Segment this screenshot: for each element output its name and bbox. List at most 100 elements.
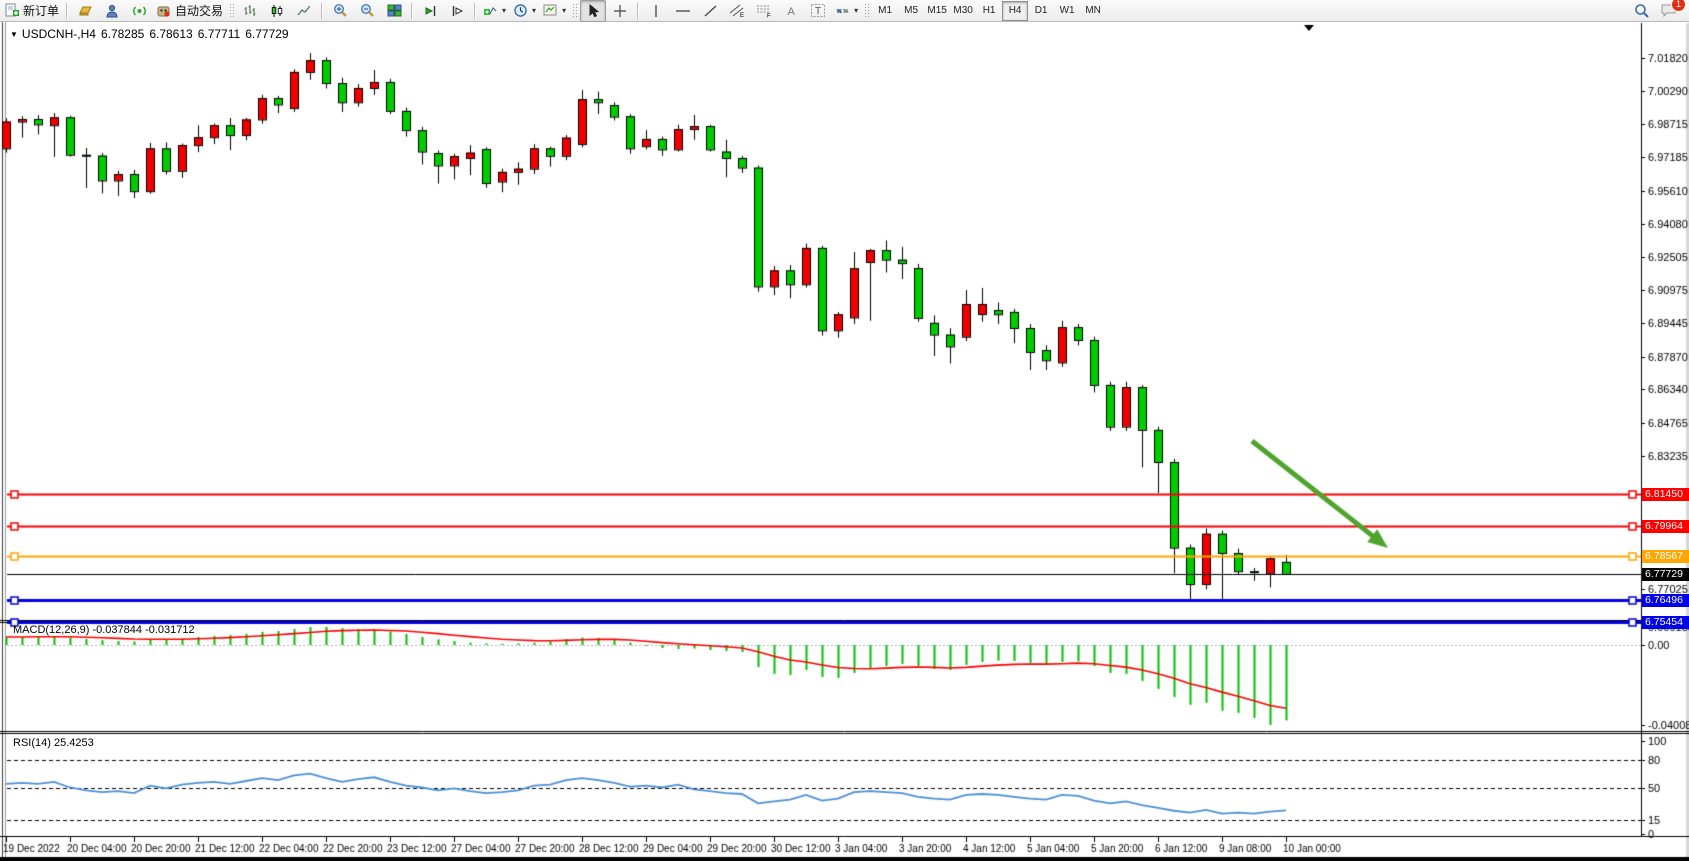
new-order-label: 新订单: [23, 2, 59, 19]
price-line-label[interactable]: 6.81450: [1642, 488, 1689, 501]
bar-chart-icon: [243, 4, 257, 18]
signal-icon: [132, 4, 147, 18]
text-tool-icon: A: [787, 6, 795, 18]
market-watch-button[interactable]: [72, 0, 98, 22]
clock-icon: [513, 3, 528, 18]
channel-letter: E: [740, 13, 744, 18]
timeframe-H1[interactable]: H1: [976, 1, 1002, 21]
new-order-button[interactable]: 新订单: [2, 0, 62, 22]
arrows-shapes-icon: [835, 4, 850, 18]
toolbar-separator: [637, 3, 639, 19]
horizontal-line-tool-button[interactable]: [670, 0, 696, 22]
crosshair-tool-button[interactable]: [607, 0, 633, 22]
price-line-label[interactable]: 6.76496: [1642, 594, 1689, 607]
zoom-in-button[interactable]: [327, 0, 353, 22]
toolbar-grip: [572, 3, 577, 19]
timeframe-D1[interactable]: D1: [1028, 1, 1054, 21]
chart-shift-icon: [450, 4, 465, 18]
crosshair-icon: [613, 4, 627, 18]
tile-windows-icon: [387, 4, 402, 18]
channel-tool-button[interactable]: E: [724, 0, 750, 22]
signals-button[interactable]: [126, 0, 152, 22]
periods-dropdown-caret[interactable]: ▾: [532, 6, 536, 15]
label-tool-button[interactable]: T: [805, 0, 831, 22]
price-line-label[interactable]: 6.79964: [1642, 520, 1689, 533]
label-letter: T: [815, 6, 821, 17]
bar-chart-button[interactable]: [237, 0, 263, 22]
timeframe-M15[interactable]: M15: [924, 1, 950, 21]
high-value: 6.78613: [149, 27, 192, 41]
macd-indicator-label: MACD(12,26,9) -0.037844 -0.031712: [13, 624, 195, 636]
toolbar-separator: [411, 3, 413, 19]
chart-shift-button[interactable]: [444, 0, 470, 22]
timeframe-MN[interactable]: MN: [1080, 1, 1106, 21]
gold-block-icon: [78, 4, 93, 17]
zoom-out-button[interactable]: [354, 0, 380, 22]
trendline-tool-button[interactable]: [697, 0, 723, 22]
vertical-line-icon: [650, 4, 662, 18]
periods-button[interactable]: ▾: [510, 0, 539, 22]
notification-badge: 1: [1671, 0, 1686, 12]
timeframe-M30[interactable]: M30: [950, 1, 976, 21]
timeframe-M1[interactable]: M1: [872, 1, 898, 21]
price-line-label[interactable]: 6.78567: [1642, 550, 1689, 563]
new-order-icon: [5, 3, 20, 18]
templates-dropdown-caret[interactable]: ▾: [562, 6, 566, 15]
chart-symbol-title[interactable]: ▼ USDCNH-,H4 6.78285 6.78613 6.77711 6.77729: [10, 27, 294, 41]
toolbar-grip: [864, 3, 869, 19]
cursor-arrow-icon: [587, 4, 600, 18]
fibonacci-tool-button[interactable]: F: [751, 0, 777, 22]
arrows-dropdown-caret[interactable]: ▾: [854, 6, 858, 15]
auto-trading-robot-icon: [156, 4, 172, 18]
fibo-letter: F: [767, 14, 771, 19]
search-icon: [1634, 3, 1650, 19]
vertical-line-tool-button[interactable]: [643, 0, 669, 22]
toolbar-separator: [66, 3, 68, 19]
tile-windows-button[interactable]: [381, 0, 407, 22]
line-chart-icon: [297, 4, 312, 18]
text-label-icon: T: [810, 3, 826, 18]
timeframe-W1[interactable]: W1: [1054, 1, 1080, 21]
symbol-name: USDCNH-,H4: [22, 27, 96, 41]
main-toolbar: 新订单 自动交易: [0, 0, 1689, 22]
timeframe-M5[interactable]: M5: [898, 1, 924, 21]
template-chart-icon: [543, 4, 558, 18]
trendline-icon: [703, 4, 718, 18]
price-line-label[interactable]: 6.75454: [1642, 616, 1689, 629]
navigator-person-icon: [105, 4, 120, 18]
rsi-indicator-label: RSI(14) 25.4253: [13, 737, 94, 749]
fibonacci-icon: F: [756, 3, 773, 18]
toolbar-separator: [474, 3, 476, 19]
zoom-in-icon: [333, 3, 348, 18]
line-chart-button[interactable]: [291, 0, 317, 22]
chevron-down-icon: ▼: [10, 30, 18, 39]
chart-canvas[interactable]: [0, 0, 1689, 861]
arrows-tool-button[interactable]: ▾: [832, 0, 861, 22]
price-line-label[interactable]: 6.77729: [1642, 568, 1689, 581]
open-value: 6.78285: [101, 27, 144, 41]
search-button[interactable]: [1629, 0, 1655, 22]
auto-trading-button[interactable]: 自动交易: [153, 0, 226, 22]
cursor-tool-button[interactable]: [580, 0, 606, 22]
templates-button[interactable]: ▾: [540, 0, 569, 22]
text-tool-button[interactable]: A: [778, 0, 804, 22]
auto-scroll-button[interactable]: [417, 0, 443, 22]
candlestick-chart-button[interactable]: [264, 0, 290, 22]
timeframe-group: M1M5M15M30H1H4D1W1MN: [872, 1, 1106, 21]
auto-trading-label: 自动交易: [175, 2, 223, 19]
candlestick-chart-icon: [270, 4, 284, 18]
timeframe-H4[interactable]: H4: [1002, 1, 1028, 21]
equidistant-channel-icon: E: [729, 3, 746, 18]
navigator-button[interactable]: [99, 0, 125, 22]
chat-button[interactable]: 1: [1655, 0, 1681, 22]
indicators-button[interactable]: ▾: [480, 0, 509, 22]
auto-scroll-icon: [423, 4, 438, 18]
zoom-out-icon: [360, 3, 375, 18]
low-value: 6.77711: [198, 27, 241, 41]
indicators-dropdown-caret[interactable]: ▾: [502, 6, 506, 15]
application-window: 新订单 自动交易: [0, 0, 1689, 861]
close-value: 6.77729: [245, 27, 288, 41]
indicators-icon: [483, 4, 498, 18]
toolbar-separator: [321, 3, 323, 19]
horizontal-line-icon: [675, 4, 691, 18]
